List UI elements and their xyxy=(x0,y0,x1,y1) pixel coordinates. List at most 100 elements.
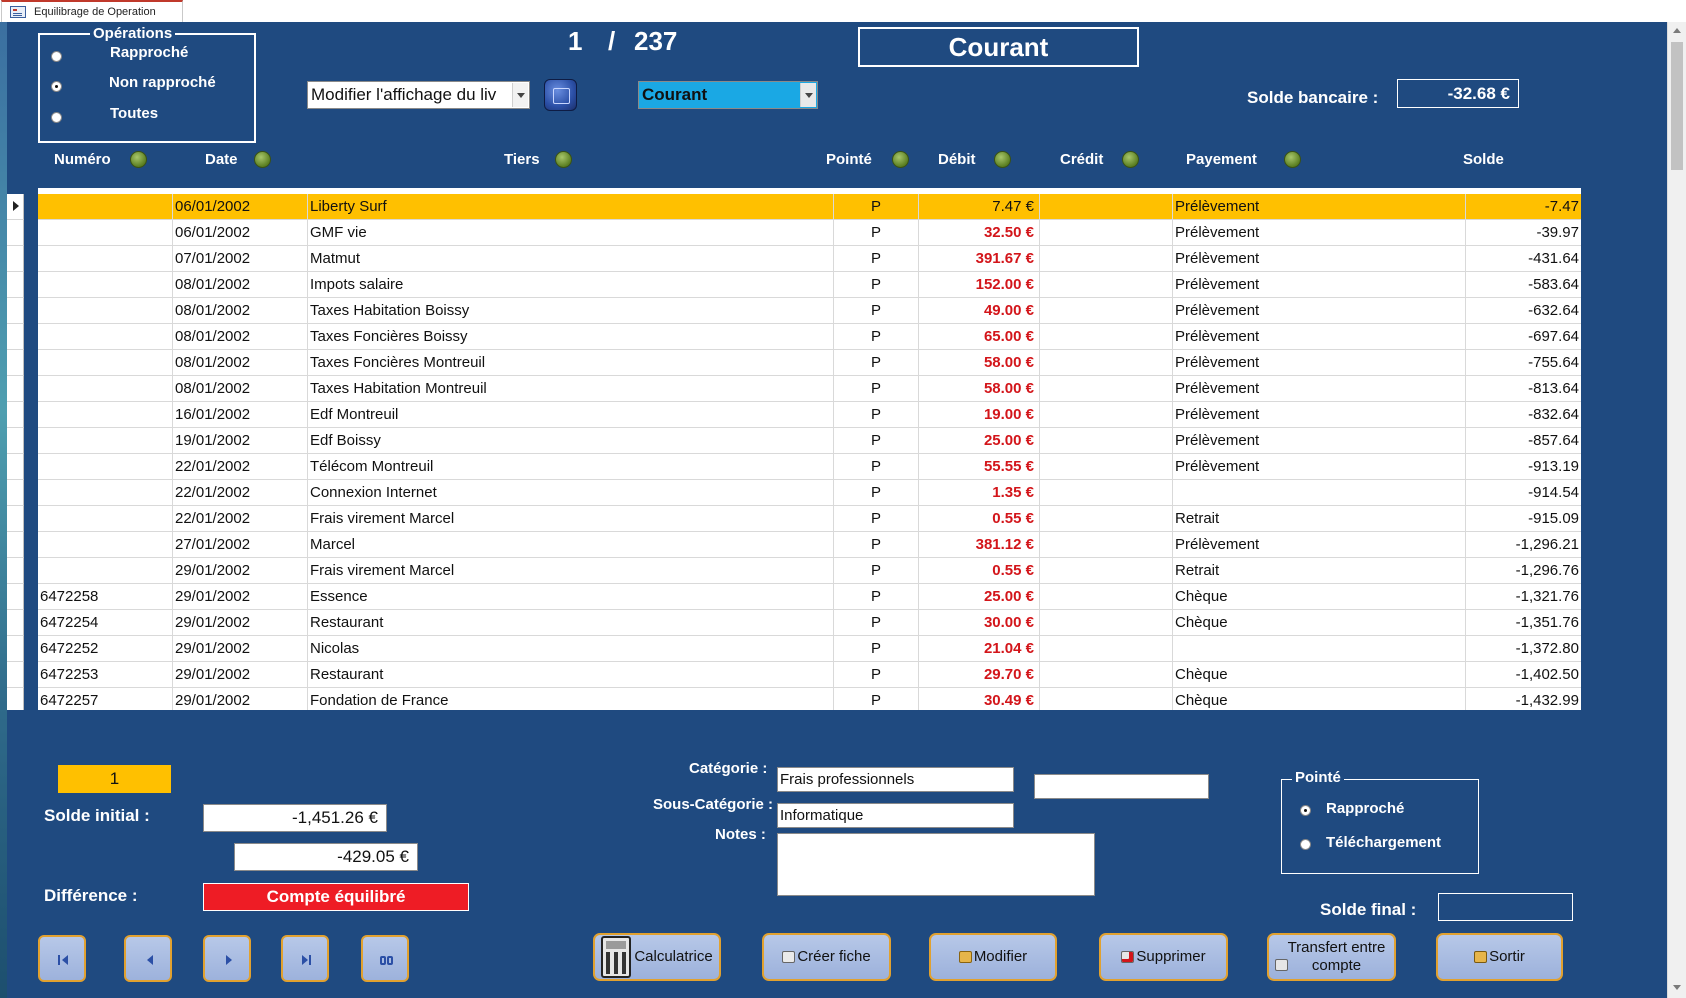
cell-pointe[interactable]: P xyxy=(834,220,919,246)
cell-tiers[interactable]: Frais virement Marcel xyxy=(308,506,834,532)
record-selector[interactable] xyxy=(7,506,24,532)
cell-tiers[interactable]: Taxes Foncières Montreuil xyxy=(308,350,834,376)
cell-tiers[interactable]: Télécom Montreuil xyxy=(308,454,834,480)
cell-solde[interactable]: -7.47 xyxy=(1466,194,1581,220)
cell-credit[interactable] xyxy=(1040,480,1173,506)
cell-numero[interactable] xyxy=(38,194,173,220)
solde-initial-value[interactable]: -1,451.26 € xyxy=(203,804,387,832)
record-selector[interactable] xyxy=(7,584,24,610)
refresh-button[interactable] xyxy=(544,79,577,111)
cell-numero[interactable]: 6472254 xyxy=(38,610,173,636)
cell-tiers[interactable]: Matmut xyxy=(308,246,834,272)
cell-numero[interactable] xyxy=(38,246,173,272)
cell-payement[interactable]: Prélèvement xyxy=(1173,532,1466,558)
vertical-scrollbar[interactable] xyxy=(1667,22,1686,998)
record-selector[interactable] xyxy=(7,376,24,402)
cell-solde[interactable]: -632.64 xyxy=(1466,298,1581,324)
cell-credit[interactable] xyxy=(1040,376,1173,402)
cell-date[interactable]: 29/01/2002 xyxy=(173,688,308,710)
cell-credit[interactable] xyxy=(1040,688,1173,710)
cell-pointe[interactable]: P xyxy=(834,402,919,428)
cell-debit[interactable]: 65.00 € xyxy=(919,324,1040,350)
table-row[interactable]: 08/01/2002 Taxes Foncières Boissy P 65.00 €… xyxy=(38,324,1581,350)
cell-date[interactable]: 08/01/2002 xyxy=(173,350,308,376)
cell-pointe[interactable]: P xyxy=(834,428,919,454)
cell-date[interactable]: 22/01/2002 xyxy=(173,454,308,480)
cell-debit[interactable]: 32.50 € xyxy=(919,220,1040,246)
cell-solde[interactable]: -697.64 xyxy=(1466,324,1581,350)
cell-pointe[interactable]: P xyxy=(834,454,919,480)
sort-payement-icon[interactable] xyxy=(1284,151,1301,168)
tab-equilibrage-operation[interactable]: Equilibrage de Operation xyxy=(1,0,183,22)
modifier-button[interactable]: Modifier xyxy=(929,933,1057,981)
cell-date[interactable]: 08/01/2002 xyxy=(173,272,308,298)
table-row[interactable]: 07/01/2002 Matmut P 391.67 € Prélèvement -431… xyxy=(38,246,1581,272)
cell-debit[interactable]: 49.00 € xyxy=(919,298,1040,324)
cell-tiers[interactable]: Impots salaire xyxy=(308,272,834,298)
cell-numero[interactable] xyxy=(38,454,173,480)
category-field[interactable]: Frais professionnels xyxy=(777,767,1014,792)
view-mode-combo[interactable]: Modifier l'affichage du liv xyxy=(307,81,530,109)
cell-debit[interactable]: 30.49 € xyxy=(919,688,1040,710)
table-row[interactable]: 6472254 29/01/2002 Restaurant P 30.00 € Chèqu… xyxy=(38,610,1581,636)
cell-numero[interactable] xyxy=(38,506,173,532)
cell-credit[interactable] xyxy=(1040,298,1173,324)
record-selector[interactable] xyxy=(7,558,24,584)
cell-date[interactable]: 16/01/2002 xyxy=(173,402,308,428)
sortir-button[interactable]: Sortir xyxy=(1436,933,1563,981)
cell-payement[interactable]: Prélèvement xyxy=(1173,246,1466,272)
cell-credit[interactable] xyxy=(1040,662,1173,688)
cell-payement[interactable]: Prélèvement xyxy=(1173,454,1466,480)
cell-date[interactable]: 08/01/2002 xyxy=(173,376,308,402)
first-record-button[interactable] xyxy=(38,935,86,982)
cell-payement[interactable]: Retrait xyxy=(1173,558,1466,584)
cell-payement[interactable]: Prélèvement xyxy=(1173,324,1466,350)
cell-numero[interactable]: 6472258 xyxy=(38,584,173,610)
cell-tiers[interactable]: Taxes Habitation Boissy xyxy=(308,298,834,324)
cell-tiers[interactable]: Frais virement Marcel xyxy=(308,558,834,584)
cell-date[interactable]: 27/01/2002 xyxy=(173,532,308,558)
cell-pointe[interactable]: P xyxy=(834,376,919,402)
sort-tiers-icon[interactable] xyxy=(555,151,572,168)
table-row[interactable]: 22/01/2002 Connexion Internet P 1.35 € -914.… xyxy=(38,480,1581,506)
radio-pointe-telechargement[interactable] xyxy=(1300,839,1311,850)
cell-date[interactable]: 19/01/2002 xyxy=(173,428,308,454)
cell-date[interactable]: 06/01/2002 xyxy=(173,220,308,246)
category-extra-field[interactable] xyxy=(1034,774,1209,799)
cell-solde[interactable]: -914.54 xyxy=(1466,480,1581,506)
record-selector[interactable] xyxy=(7,402,24,428)
cell-solde[interactable]: -583.64 xyxy=(1466,272,1581,298)
cell-debit[interactable]: 58.00 € xyxy=(919,350,1040,376)
cell-date[interactable]: 08/01/2002 xyxy=(173,324,308,350)
cell-tiers[interactable]: Essence xyxy=(308,584,834,610)
cell-payement[interactable]: Prélèvement xyxy=(1173,376,1466,402)
cell-solde[interactable]: -1,351.76 xyxy=(1466,610,1581,636)
cell-tiers[interactable]: Nicolas xyxy=(308,636,834,662)
cell-debit[interactable]: 58.00 € xyxy=(919,376,1040,402)
table-row[interactable]: 06/01/2002 GMF vie P 32.50 € Prélèvement -39.… xyxy=(38,220,1581,246)
cell-date[interactable]: 06/01/2002 xyxy=(173,194,308,220)
sort-numero-icon[interactable] xyxy=(130,151,147,168)
record-selector[interactable] xyxy=(7,480,24,506)
cell-numero[interactable]: 6472257 xyxy=(38,688,173,710)
cell-payement[interactable]: Chèque xyxy=(1173,688,1466,710)
table-row[interactable]: 29/01/2002 Frais virement Marcel P 0.55 € Re… xyxy=(38,558,1581,584)
cell-payement[interactable] xyxy=(1173,636,1466,662)
cell-debit[interactable]: 0.55 € xyxy=(919,558,1040,584)
cell-solde[interactable]: -857.64 xyxy=(1466,428,1581,454)
scroll-thumb[interactable] xyxy=(1671,42,1683,170)
cell-tiers[interactable]: Connexion Internet xyxy=(308,480,834,506)
table-row[interactable]: 06/01/2002 Liberty Surf P 7.47 € Prélèvement… xyxy=(38,194,1581,220)
cell-credit[interactable] xyxy=(1040,506,1173,532)
scroll-down-icon[interactable] xyxy=(1673,985,1681,990)
cell-date[interactable]: 29/01/2002 xyxy=(173,610,308,636)
cell-solde[interactable]: -431.64 xyxy=(1466,246,1581,272)
record-selector[interactable] xyxy=(7,272,24,298)
record-selector[interactable] xyxy=(7,298,24,324)
radio-pointe-rapproche[interactable] xyxy=(1300,805,1311,816)
cell-payement[interactable]: Prélèvement xyxy=(1173,402,1466,428)
cell-tiers[interactable]: Restaurant xyxy=(308,662,834,688)
cell-credit[interactable] xyxy=(1040,402,1173,428)
cell-numero[interactable] xyxy=(38,532,173,558)
chevron-down-icon[interactable] xyxy=(800,83,816,107)
